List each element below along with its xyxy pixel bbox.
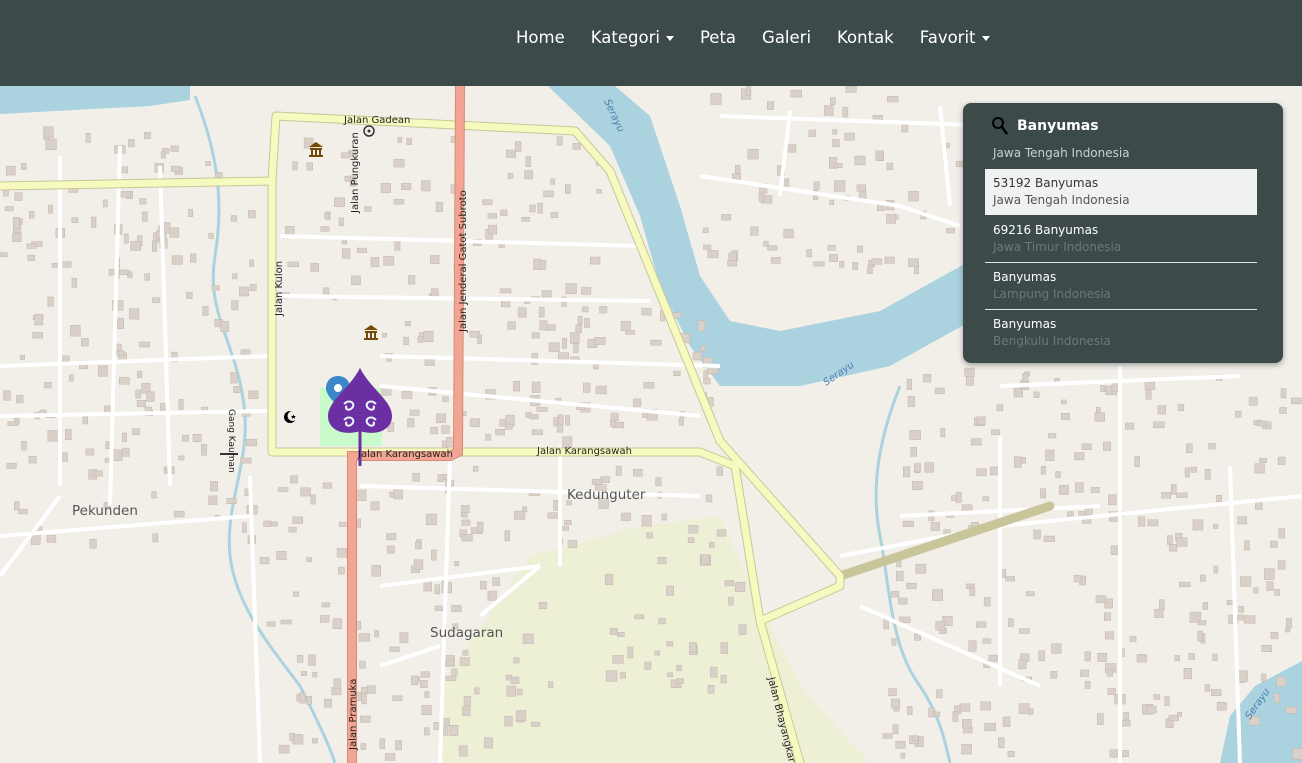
label-kedunguter: Kedunguter — [567, 487, 646, 503]
result-subtitle: Lampung Indonesia — [993, 287, 1112, 301]
label-jalan-gatot-subroto: Jalan Jenderal Gatot Subroto — [458, 190, 469, 333]
label-jalan-gadean: Jalan Gadean — [343, 115, 410, 126]
nav-favorit[interactable]: Favorit — [920, 28, 990, 48]
label-jalan-kulon: Jalan Kulon — [274, 261, 285, 317]
search-icon[interactable] — [991, 116, 1009, 136]
search-result-item[interactable]: 53192 Banyumas Jawa Tengah Indonesia — [985, 169, 1257, 215]
nav-galeri[interactable]: Galeri — [762, 28, 811, 48]
label-jalan-pungkuran: Jalan Pungkuran — [350, 132, 361, 214]
nav-home-label: Home — [516, 28, 565, 47]
search-result-item[interactable]: Banyumas Lampung Indonesia — [985, 263, 1257, 309]
nav-kategori[interactable]: Kategori — [591, 28, 674, 48]
result-title: Banyumas — [993, 270, 1057, 284]
nav-home[interactable]: Home — [516, 28, 565, 48]
search-row — [991, 115, 1271, 137]
nav-kontak[interactable]: Kontak — [837, 28, 894, 48]
result-title: Banyumas — [993, 317, 1057, 331]
first-result-subtitle: Jawa Tengah Indonesia — [993, 146, 1130, 160]
nav-kategori-label: Kategori — [590, 28, 660, 47]
result-subtitle: Jawa Timur Indonesia — [993, 240, 1122, 254]
nav-galeri-label: Galeri — [762, 28, 812, 47]
search-result-item[interactable]: 69216 Banyumas Jawa Timur Indonesia — [985, 216, 1257, 262]
nav-kontak-label: Kontak — [837, 28, 894, 47]
result-title: 69216 Banyumas — [993, 223, 1099, 237]
chevron-down-icon — [981, 36, 990, 41]
result-subtitle: Jawa Tengah Indonesia — [993, 193, 1130, 207]
label-sudagaran: Sudagaran — [430, 625, 503, 641]
result-title: 53192 Banyumas — [993, 176, 1099, 190]
nav-favorit-label: Favorit — [919, 28, 976, 47]
label-jalan-pramuka: Jalan Pramuka — [348, 679, 359, 751]
nav-peta-label: Peta — [699, 28, 737, 47]
label-gang-kauman: Gang Kauman — [226, 409, 236, 473]
label-pekunden: Pekunden — [72, 503, 138, 519]
search-result-item[interactable]: Banyumas Bengkulu Indonesia — [985, 310, 1257, 356]
top-navbar: Home Kategori Peta Galeri Kontak Favorit — [0, 0, 1302, 86]
nav-peta[interactable]: Peta — [700, 28, 736, 48]
nav-menu: Home Kategori Peta Galeri Kontak Favorit — [516, 28, 1016, 48]
search-panel: Jawa Tengah Indonesia 53192 Banyumas Jaw… — [963, 103, 1283, 363]
label-jalan-karangsawah: Jalan Karangsawah — [536, 446, 632, 457]
result-subtitle: Bengkulu Indonesia — [993, 334, 1111, 348]
chevron-down-icon — [665, 36, 674, 41]
search-input[interactable] — [1017, 115, 1267, 137]
label-jalan-karangsawah: Jalan Karangsawah — [357, 449, 453, 460]
